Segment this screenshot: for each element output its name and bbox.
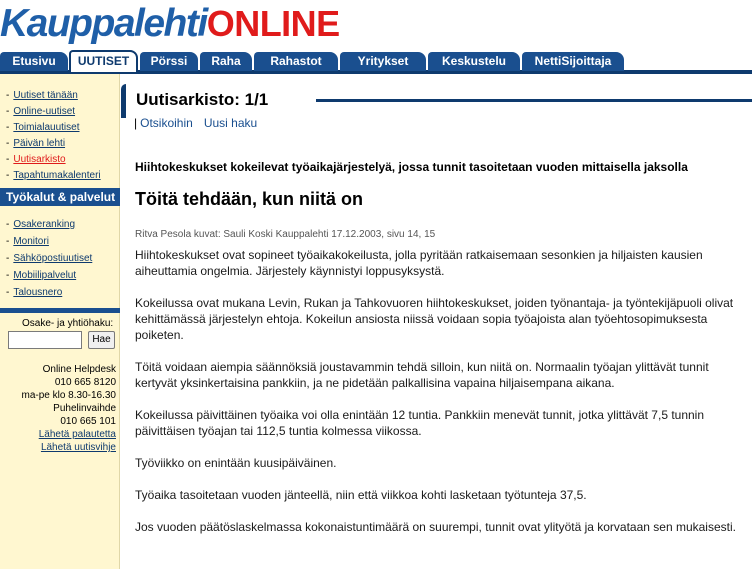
article-paragraph: Kokeilussa ovat mukana Levin, Rukan ja T…	[135, 296, 734, 342]
news-menu: - Uutiset tänään - Online-uutiset - Toimial…	[0, 88, 120, 184]
archive-header: Uutisarkisto: 1/1	[121, 84, 752, 118]
stock-search-label: Osake- ja yhtiöhaku:	[22, 318, 114, 329]
bullet-dash: -	[6, 154, 10, 165]
sidebar-item-talousnero: - Talousnero	[0, 284, 120, 301]
bullet-dash: -	[6, 106, 10, 117]
page-title: Uutisarkisto: 1/1	[136, 90, 269, 109]
logo-online: ONLINE	[206, 3, 341, 44]
tab-nettisijoittaja[interactable]: NettiSijoittaja	[522, 52, 624, 71]
sidebar-link[interactable]: Tapahtumakalenteri	[13, 170, 100, 181]
sidebar-link[interactable]: Monitori	[13, 236, 49, 247]
archive-links: | Otsikoihin Uusi haku	[134, 116, 268, 130]
bullet-dash: -	[6, 90, 10, 101]
tab-keskustelu[interactable]: Keskustelu	[428, 52, 520, 71]
tab-raha[interactable]: Raha	[200, 52, 252, 71]
sidebar-item-toimialauutiset: - Toimialauutiset	[0, 120, 120, 136]
sidebar-link[interactable]: Uutiset tänään	[13, 90, 78, 101]
helpdesk-hours: ma-pe klo 8.30-16.30	[21, 390, 116, 401]
helpdesk-info: Online Helpdesk 010 665 8120 ma-pe klo 8…	[0, 363, 116, 454]
sidebar-link[interactable]: Sähköpostiuutiset	[13, 253, 92, 264]
archive-header-rule	[316, 99, 752, 102]
article-paragraph: Hiihtokeskukset ovat sopineet työaikakok…	[135, 248, 703, 278]
article-paragraph: Työaika tasoitetaan vuoden jänteellä, ni…	[135, 488, 587, 502]
sidebar-divider	[0, 308, 120, 313]
sidebar-link[interactable]: Online-uutiset	[13, 106, 75, 117]
article-headline: Töitä tehdään, kun niitä on	[135, 189, 364, 209]
sidebar-item-tapahtumakalenteri: - Tapahtumakalenteri	[0, 168, 120, 184]
sidebar-item-mobiilipalvelut: - Mobiilipalvelut	[0, 267, 120, 284]
sidebar-link[interactable]: Talousnero	[13, 287, 62, 298]
sidebar-item-sahkopostiuutiset: - Sähköpostiuutiset	[0, 250, 120, 267]
bullet-dash: -	[6, 138, 10, 149]
send-news-tip-link[interactable]: Lähetä uutisvihje	[41, 442, 116, 453]
logo-kauppalehti: Kauppalehti	[0, 2, 208, 45]
bullet-dash: -	[6, 219, 10, 230]
tab-etusivu[interactable]: Etusivu	[0, 52, 68, 71]
tab-yritykset[interactable]: Yritykset	[340, 52, 426, 71]
link-separator: |	[134, 116, 138, 130]
sidebar-item-online-uutiset: - Online-uutiset	[0, 104, 120, 120]
sidebar-link[interactable]: Mobiilipalvelut	[13, 270, 76, 281]
tab-rahastot[interactable]: Rahastot	[254, 52, 338, 71]
tab-porssi[interactable]: Pörssi	[140, 52, 198, 71]
main-navigation: Etusivu UUTISET Pörssi Raha Rahastot Yri…	[0, 50, 752, 74]
sidebar-link[interactable]: Uutisarkisto	[13, 154, 65, 165]
sidebar-item-osakeranking: - Osakeranking	[0, 216, 120, 233]
article-paragraph: Töitä voidaan aiempia säännöksiä joustav…	[135, 360, 709, 390]
new-search-link[interactable]: Uusi haku	[204, 116, 257, 130]
bullet-dash: -	[6, 270, 10, 281]
sidebar-link[interactable]: Toimialauutiset	[13, 122, 79, 133]
sidebar-item-paivan-lehti: - Päivän lehti	[0, 136, 120, 152]
archive-header-accent	[121, 84, 126, 118]
headlines-link[interactable]: Otsikoihin	[140, 116, 193, 130]
stock-search-input[interactable]	[8, 331, 82, 349]
bullet-dash: -	[6, 236, 10, 247]
tab-uutiset[interactable]: UUTISET	[69, 50, 138, 72]
site-logo[interactable]: Kauppalehti ONLINE	[0, 0, 340, 44]
tools-header: Työkalut & palvelut	[0, 188, 120, 206]
article-paragraph: Jos vuoden päätöslaskelmassa kokonaistun…	[135, 520, 736, 534]
search-button[interactable]: Hae	[88, 331, 115, 349]
bullet-dash: -	[6, 287, 10, 298]
helpdesk-title: Online Helpdesk	[42, 364, 116, 375]
sidebar-link[interactable]: Osakeranking	[13, 219, 75, 230]
sidebar-item-uutisarkisto: - Uutisarkisto	[0, 152, 120, 168]
bullet-dash: -	[6, 170, 10, 181]
tools-menu: - Osakeranking - Monitori - Sähköpostiuutis…	[0, 216, 120, 301]
article-body: Hiihtokeskukset ovat sopineet työaikakok…	[135, 247, 745, 551]
sidebar: - Uutiset tänään - Online-uutiset - Toimial…	[0, 74, 120, 569]
bullet-dash: -	[6, 253, 10, 264]
switchboard-title: Puhelinvaihde	[53, 403, 116, 414]
article-lead: Hiihtokeskukset kokeilevat työaikajärjes…	[135, 160, 688, 174]
sidebar-link[interactable]: Päivän lehti	[13, 138, 65, 149]
main-content: Uutisarkisto: 1/1 | Otsikoihin Uusi haku H…	[121, 74, 752, 569]
article-paragraph: Työviikko on enintään kuusipäiväinen.	[135, 456, 337, 470]
switchboard-phone: 010 665 101	[60, 416, 116, 427]
article-paragraph: Kokeilussa päivittäinen työaika voi olla…	[135, 408, 705, 438]
sidebar-item-monitori: - Monitori	[0, 233, 120, 250]
send-feedback-link[interactable]: Lähetä palautetta	[39, 429, 116, 440]
sidebar-item-uutiset-tanaan: - Uutiset tänään	[0, 88, 120, 104]
helpdesk-phone: 010 665 8120	[54, 377, 116, 388]
bullet-dash: -	[6, 122, 10, 133]
article-byline: Ritva Pesola kuvat: Sauli Koski Kauppale…	[135, 229, 436, 240]
